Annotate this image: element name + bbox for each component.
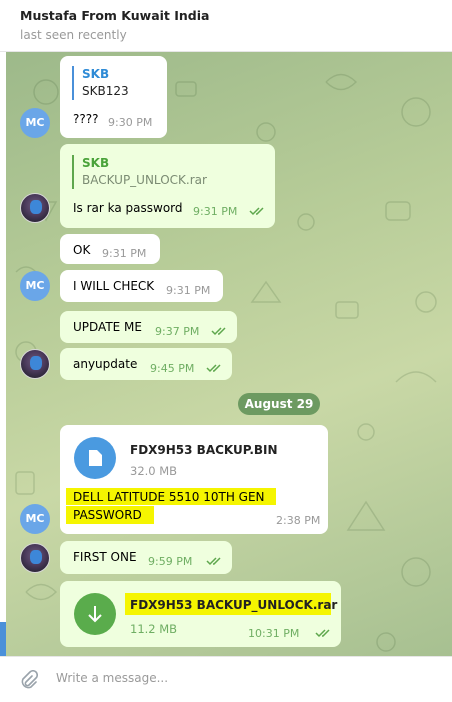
message-list[interactable]: MC SKB SKB123 ???? 9:30 PM SKB BACKUP_UN… (6, 52, 452, 656)
message-bubble[interactable]: FIRST ONE 9:59 PM (60, 541, 232, 574)
message-time: 2:38 PM (276, 514, 321, 527)
message-bubble[interactable]: UPDATE ME 9:37 PM (60, 311, 237, 343)
file-message-bubble[interactable]: FDX9H53 BACKUP.BIN 32.0 MB DELL LATITUDE… (60, 425, 328, 534)
avatar[interactable]: MC (20, 108, 50, 138)
message-bubble[interactable]: OK 9:31 PM (60, 234, 160, 264)
read-check-icon (315, 629, 330, 638)
document-icon (89, 450, 102, 466)
message-text: FIRST ONE (73, 550, 137, 564)
reply-sender: SKB (82, 156, 110, 170)
message-text: Is rar ka password (73, 201, 183, 215)
file-name[interactable]: FDX9H53 BACKUP.BIN (130, 443, 278, 457)
file-icon[interactable] (74, 437, 116, 479)
message-text: OK (73, 243, 91, 257)
avatar[interactable] (20, 543, 50, 573)
message-time: 10:31 PM (248, 627, 300, 640)
download-button[interactable] (74, 593, 116, 635)
message-text: anyupdate (73, 357, 138, 371)
message-time: 9:31 PM (193, 205, 238, 218)
message-text: ???? (73, 112, 99, 126)
read-check-icon (211, 327, 226, 336)
message-caption: DELL LATITUDE 5510 10TH GEN (73, 490, 265, 504)
file-size: 11.2 MB (130, 622, 178, 636)
message-time: 9:30 PM (108, 116, 153, 129)
message-input[interactable] (56, 671, 426, 685)
file-size: 32.0 MB (130, 464, 178, 478)
chat-title[interactable]: Mustafa From Kuwait India (20, 8, 209, 23)
reply-quote[interactable]: SKB SKB123 (72, 66, 129, 100)
chat-header: Mustafa From Kuwait India last seen rece… (0, 0, 452, 52)
message-text: I WILL CHECK (73, 279, 155, 293)
reply-quote[interactable]: SKB BACKUP_UNLOCK.rar (72, 155, 207, 189)
date-separator: August 29 (238, 393, 320, 415)
message-composer (0, 656, 452, 702)
message-bubble[interactable]: SKB SKB123 ???? 9:30 PM (60, 56, 167, 138)
message-time: 9:59 PM (148, 555, 193, 568)
message-bubble[interactable]: SKB BACKUP_UNLOCK.rar Is rar ka password… (60, 144, 275, 228)
reply-text: SKB123 (82, 84, 129, 98)
avatar[interactable] (20, 349, 50, 379)
avatar[interactable]: MC (20, 271, 50, 301)
file-name[interactable]: FDX9H53 BACKUP_UNLOCK.rar (130, 598, 337, 612)
paperclip-icon[interactable] (18, 670, 38, 690)
reply-sender: SKB (82, 67, 110, 81)
chat-status: last seen recently (20, 28, 127, 42)
message-time: 9:31 PM (166, 284, 211, 297)
reply-text: BACKUP_UNLOCK.rar (82, 173, 207, 187)
message-bubble[interactable]: I WILL CHECK 9:31 PM (60, 270, 223, 302)
read-check-icon (206, 364, 221, 373)
message-time: 9:37 PM (155, 325, 200, 338)
message-time: 9:31 PM (102, 247, 147, 260)
avatar[interactable] (20, 193, 50, 223)
avatar[interactable]: MC (20, 504, 50, 534)
download-icon (88, 606, 102, 623)
message-time: 9:45 PM (150, 362, 195, 375)
message-caption: PASSWORD (73, 508, 142, 522)
message-text: UPDATE ME (73, 320, 142, 334)
message-bubble[interactable]: anyupdate 9:45 PM (60, 348, 232, 380)
read-check-icon (206, 557, 221, 566)
read-check-icon (249, 207, 264, 216)
file-message-bubble[interactable]: FDX9H53 BACKUP_UNLOCK.rar 11.2 MB 10:31 … (60, 581, 341, 647)
scroll-marker (0, 622, 6, 658)
